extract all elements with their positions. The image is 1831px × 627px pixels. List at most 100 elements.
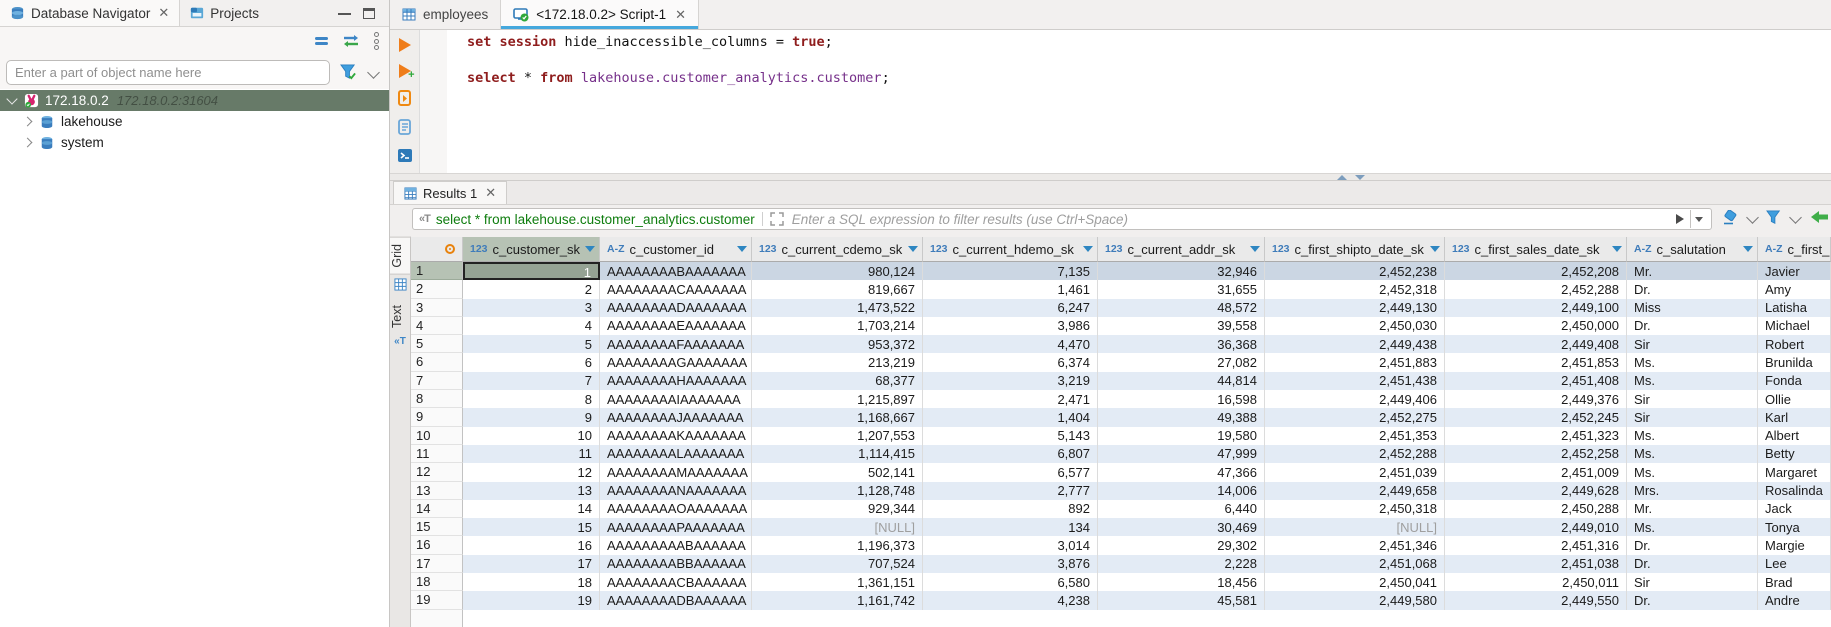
grid-cell[interactable]: 1,128,748 bbox=[752, 482, 923, 500]
grid-cell[interactable]: 7 bbox=[463, 372, 600, 390]
grid-cell[interactable]: AAAAAAAAJAAAAAAA bbox=[600, 408, 752, 426]
grid-cell[interactable]: 68,377 bbox=[752, 372, 923, 390]
column-menu-icon[interactable] bbox=[1612, 246, 1622, 252]
grid-corner-cell[interactable] bbox=[411, 237, 463, 262]
grid-cell[interactable]: 3,014 bbox=[923, 536, 1098, 554]
sql-code[interactable]: set session hide_inaccessible_columns = … bbox=[467, 33, 890, 87]
column-menu-icon[interactable] bbox=[1083, 246, 1093, 252]
grid-cell[interactable]: 1,207,553 bbox=[752, 427, 923, 445]
grid-cell[interactable]: 2,451,408 bbox=[1445, 372, 1627, 390]
execute-script-icon[interactable] bbox=[397, 90, 413, 107]
grid-cell[interactable]: 2,451,009 bbox=[1445, 463, 1627, 481]
grid-cell[interactable]: 2,452,258 bbox=[1445, 445, 1627, 463]
grid-cell[interactable]: 13 bbox=[463, 482, 600, 500]
grid-cell[interactable]: Ollie bbox=[1758, 390, 1831, 408]
column-header-c_first_shipto_date_sk[interactable]: 123c_first_shipto_date_sk bbox=[1265, 237, 1445, 262]
grid-cell[interactable]: 2,451,438 bbox=[1265, 372, 1445, 390]
tree-item-lakehouse[interactable]: lakehouse bbox=[0, 111, 389, 132]
column-header-c_customer_id[interactable]: A-Zc_customer_id bbox=[600, 237, 752, 262]
grid-cell[interactable]: AAAAAAAABBAAAAAA bbox=[600, 555, 752, 573]
column-header-c_customer_sk[interactable]: 123c_customer_sk bbox=[463, 237, 600, 262]
grid-cell[interactable]: 2,450,030 bbox=[1265, 317, 1445, 335]
grid-cell[interactable]: 31,655 bbox=[1098, 280, 1265, 298]
grid-cell[interactable]: Brunilda bbox=[1758, 353, 1831, 371]
grid-cell[interactable]: AAAAAAAADAAAAAAA bbox=[600, 299, 752, 317]
collapse-all-icon[interactable] bbox=[315, 35, 328, 47]
tab-results-1[interactable]: Results 1 ✕ bbox=[393, 181, 507, 204]
editor-tab-script-1[interactable]: <172.18.0.2> Script-1✕ bbox=[500, 0, 699, 29]
grid-cell[interactable]: 4 bbox=[463, 317, 600, 335]
grid-cell[interactable]: 1,196,373 bbox=[752, 536, 923, 554]
maximize-icon[interactable] bbox=[363, 8, 375, 19]
grid-cell[interactable]: 16,598 bbox=[1098, 390, 1265, 408]
value-viewer-icon[interactable]: «T bbox=[390, 336, 410, 347]
grid-cell[interactable]: 1 bbox=[463, 262, 600, 280]
grid-cell[interactable]: 2,452,275 bbox=[1265, 408, 1445, 426]
grid-cell[interactable]: 2,451,353 bbox=[1265, 427, 1445, 445]
row-number[interactable]: 6 bbox=[411, 353, 463, 371]
grid-cell[interactable]: 36,368 bbox=[1098, 335, 1265, 353]
grid-cell[interactable]: Dr. bbox=[1627, 280, 1758, 298]
grid-cell[interactable]: 2,471 bbox=[923, 390, 1098, 408]
row-number[interactable]: 16 bbox=[411, 536, 463, 554]
column-header-c_first_sales_date_sk[interactable]: 123c_first_sales_date_sk bbox=[1445, 237, 1627, 262]
grid-cell[interactable]: 2,449,658 bbox=[1265, 482, 1445, 500]
tab-text-view[interactable]: Text bbox=[390, 299, 411, 334]
grid-cell[interactable]: 29,302 bbox=[1098, 536, 1265, 554]
grid-cell[interactable]: 1,168,667 bbox=[752, 408, 923, 426]
column-menu-icon[interactable] bbox=[585, 246, 595, 252]
grid-cell[interactable]: 1,114,415 bbox=[752, 445, 923, 463]
grid-cell[interactable]: 11 bbox=[463, 445, 600, 463]
row-number[interactable]: 17 bbox=[411, 555, 463, 573]
grid-cell[interactable]: 3,986 bbox=[923, 317, 1098, 335]
grid-cell[interactable]: 2,449,628 bbox=[1445, 482, 1627, 500]
grid-cell[interactable]: Sir bbox=[1627, 390, 1758, 408]
grid-cell[interactable]: 2,450,288 bbox=[1445, 500, 1627, 518]
grid-cell[interactable]: 27,082 bbox=[1098, 353, 1265, 371]
grid-cell[interactable]: 2,450,041 bbox=[1265, 573, 1445, 591]
grid-cell[interactable]: Dr. bbox=[1627, 536, 1758, 554]
grid-cell[interactable]: [NULL] bbox=[752, 518, 923, 536]
grid-cell[interactable]: 12 bbox=[463, 463, 600, 481]
chevron-down-icon[interactable] bbox=[367, 66, 380, 79]
row-number[interactable]: 3 bbox=[411, 299, 463, 317]
grid-cell[interactable]: AAAAAAAAMAAAAAAA bbox=[600, 463, 752, 481]
grid-cell[interactable]: AAAAAAAAGAAAAAAA bbox=[600, 353, 752, 371]
expander-closed-icon[interactable] bbox=[23, 117, 33, 127]
grid-cell[interactable]: Michael bbox=[1758, 317, 1831, 335]
grid-cell[interactable]: 2,228 bbox=[1098, 555, 1265, 573]
grid-cell[interactable]: Sir bbox=[1627, 573, 1758, 591]
column-menu-icon[interactable] bbox=[1430, 246, 1440, 252]
grid-cell[interactable]: AAAAAAAAIAAAAAAA bbox=[600, 390, 752, 408]
grid-cell[interactable]: 6,807 bbox=[923, 445, 1098, 463]
grid-cell[interactable]: 1,161,742 bbox=[752, 591, 923, 609]
grid-cell[interactable]: 18,456 bbox=[1098, 573, 1265, 591]
grid-cell[interactable]: 2,450,011 bbox=[1445, 573, 1627, 591]
grid-cell[interactable]: AAAAAAAAOAAAAAAA bbox=[600, 500, 752, 518]
grid-cell[interactable]: 6,577 bbox=[923, 463, 1098, 481]
grid-cell[interactable]: 2,449,406 bbox=[1265, 390, 1445, 408]
grid-cell[interactable]: Karl bbox=[1758, 408, 1831, 426]
grid-cell[interactable]: 3,876 bbox=[923, 555, 1098, 573]
grid-cell[interactable]: AAAAAAAACAAAAAAA bbox=[600, 280, 752, 298]
grid-cell[interactable]: 30,469 bbox=[1098, 518, 1265, 536]
grid-cell[interactable]: 2,452,245 bbox=[1445, 408, 1627, 426]
grid-cell[interactable]: 18 bbox=[463, 573, 600, 591]
close-icon[interactable]: ✕ bbox=[485, 185, 496, 201]
grid-cell[interactable]: 39,558 bbox=[1098, 317, 1265, 335]
grid-cell[interactable]: 8 bbox=[463, 390, 600, 408]
grid-cell[interactable]: 980,124 bbox=[752, 262, 923, 280]
editor-results-splitter[interactable] bbox=[390, 173, 1831, 181]
grid-cell[interactable]: 48,572 bbox=[1098, 299, 1265, 317]
grid-cell[interactable]: 2,450,318 bbox=[1265, 500, 1445, 518]
close-icon[interactable]: ✕ bbox=[675, 7, 686, 23]
row-number[interactable]: 10 bbox=[411, 427, 463, 445]
column-header-c_salutation[interactable]: A-Zc_salutation bbox=[1627, 237, 1758, 262]
grid-cell[interactable]: Ms. bbox=[1627, 353, 1758, 371]
grid-cell[interactable]: 3,219 bbox=[923, 372, 1098, 390]
grid-cell[interactable]: Sir bbox=[1627, 408, 1758, 426]
grid-cell[interactable]: 6,580 bbox=[923, 573, 1098, 591]
grid-cell[interactable]: 3 bbox=[463, 299, 600, 317]
editor-tab-employees[interactable]: employees bbox=[390, 0, 500, 29]
filters-menu-icon[interactable] bbox=[1766, 210, 1782, 225]
